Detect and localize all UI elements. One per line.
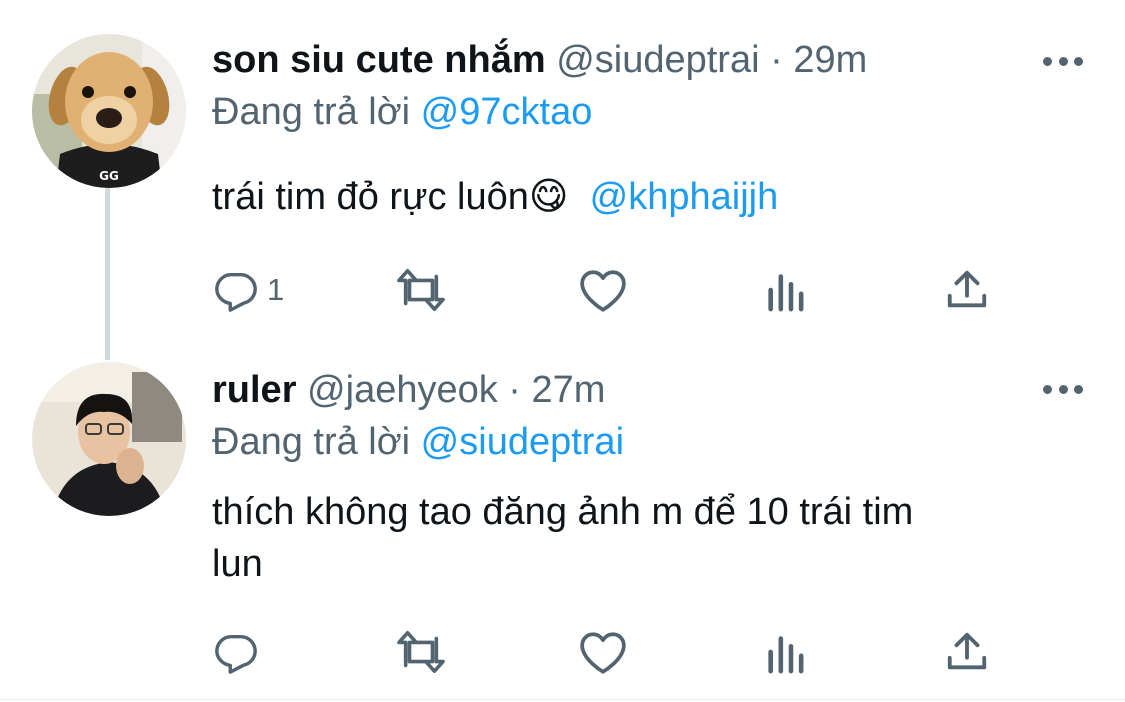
analytics-button[interactable] (765, 627, 807, 677)
more-icon[interactable] (1043, 383, 1083, 395)
analytics-button[interactable] (765, 265, 807, 315)
tweet-body-line-2: lun (212, 543, 263, 585)
reply-button[interactable]: 1 (213, 265, 284, 315)
replying-to-mention[interactable]: @97cktao (421, 91, 593, 133)
avatar[interactable] (32, 362, 186, 516)
divider (0, 699, 1125, 700)
reply-button[interactable] (213, 627, 267, 677)
puppy-avatar-image: GG (32, 34, 186, 188)
person-avatar-image (32, 362, 186, 516)
tweet-1[interactable]: GG son siu cute nhắm @siudeptrai · 29m Đ… (0, 0, 1125, 360)
replying-to: Đang trả lời @97cktao (212, 88, 592, 136)
analytics-icon (768, 274, 804, 312)
share-button[interactable] (944, 627, 990, 677)
separator: · (508, 369, 521, 411)
tweet-header: son siu cute nhắm @siudeptrai · 29m (212, 36, 867, 84)
reply-icon (215, 272, 257, 312)
share-icon (947, 270, 987, 308)
retweet-button[interactable] (394, 627, 448, 677)
display-name[interactable]: ruler (212, 369, 296, 411)
retweet-icon (397, 631, 445, 673)
emoji: 😋 (528, 174, 569, 218)
replying-to-mention[interactable]: @siudeptrai (421, 421, 624, 463)
analytics-icon (768, 636, 804, 674)
tweet-body: trái tim đỏ rực luôn (212, 176, 529, 218)
retweet-icon (397, 269, 445, 311)
heart-icon (580, 270, 626, 312)
tweet-text: trái tim đỏ rực luôn😋 @khphaijjh (212, 170, 1072, 223)
tweet-text: thích không tao đăng ảnh m để 10 trái ti… (212, 486, 1072, 590)
reply-icon (215, 634, 257, 674)
action-bar: 1 (0, 265, 1125, 315)
replying-to-label: Đang trả lời (212, 91, 411, 133)
tweet-header: ruler @jaehyeok · 27m (212, 366, 605, 414)
timestamp[interactable]: 29m (793, 39, 867, 81)
text-mention[interactable]: @khphaijjh (590, 176, 779, 218)
user-handle[interactable]: @jaehyeok (307, 369, 498, 411)
replying-to: Đang trả lời @siudeptrai (212, 418, 624, 466)
user-handle[interactable]: @siudeptrai (556, 39, 759, 81)
timestamp[interactable]: 27m (532, 369, 606, 411)
action-bar (0, 627, 1125, 677)
display-name[interactable]: son siu cute nhắm (212, 39, 546, 81)
share-icon (947, 632, 987, 670)
reply-count: 1 (267, 272, 285, 307)
avatar[interactable]: GG (32, 34, 186, 188)
svg-text:GG: GG (99, 169, 119, 183)
like-button[interactable] (578, 265, 628, 315)
tweet-2[interactable]: ruler @jaehyeok · 27m Đang trả lời @siud… (0, 350, 1125, 702)
heart-icon (580, 632, 626, 674)
separator: · (770, 39, 783, 81)
more-icon[interactable] (1043, 55, 1083, 67)
replying-to-label: Đang trả lời (212, 421, 411, 463)
like-button[interactable] (578, 627, 628, 677)
retweet-button[interactable] (394, 265, 448, 315)
share-button[interactable] (944, 265, 990, 315)
tweet-body-line-1: thích không tao đăng ảnh m để 10 trái ti… (212, 491, 914, 533)
